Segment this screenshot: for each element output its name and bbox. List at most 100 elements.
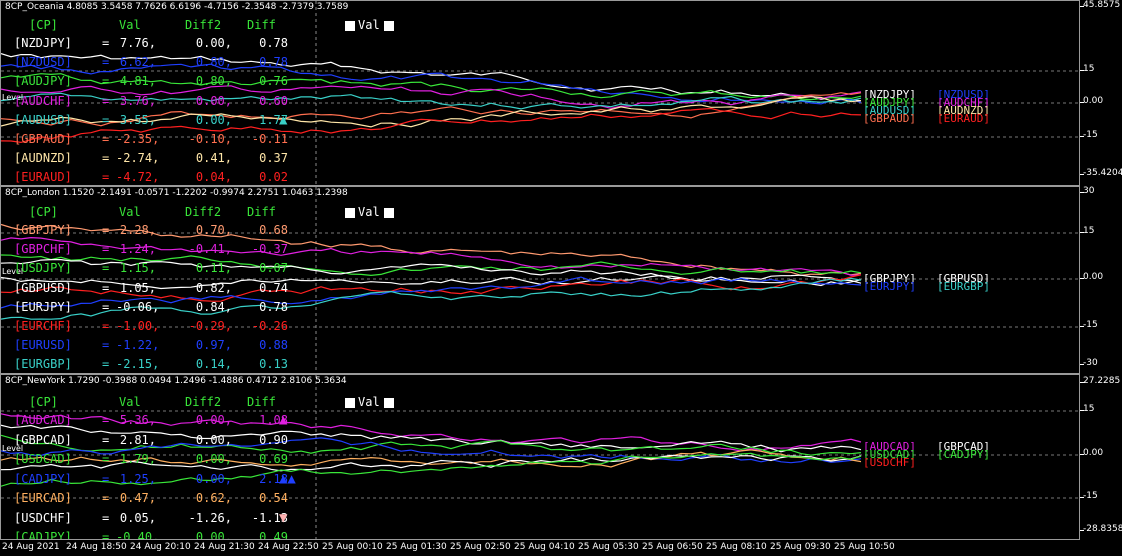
axis-tick-mark [1080,530,1084,531]
axis-tick-label: -15 [1083,491,1098,501]
axis-tick-mark [1080,102,1084,103]
diff2-cell: -0.29, [188,319,232,333]
value-cell: 1.79, [119,452,156,466]
value-cell: -4.72, [116,170,160,185]
value-cell: 1.24, [119,242,156,257]
diff2-cell: 0.97, [195,338,232,353]
diff2-cell: 0.04, [195,170,232,185]
header-cp: [CP] [29,395,58,409]
header-diff2: Diff2 [185,205,222,219]
chart-pane-oceania[interactable]: 8CP_Oceania 4.8085 3.5458 7.7626 6.6196 … [0,0,1080,186]
value-cell: 1.25, [119,471,156,486]
legend-swatch [345,208,355,218]
value-cell: 4.81, [119,74,156,89]
header-diff: Diff [247,205,276,219]
axis-tick-mark [1080,136,1084,137]
time-tick-label: 24 Aug 18:50 [66,542,127,552]
axis-tick-mark [1080,364,1084,365]
axis-tick-mark [1080,192,1084,193]
axis-tick-label: -35.4204 [1083,168,1122,178]
price-axis-oceania: 45.8575 15 0.00 -15 -35.4204 [1080,0,1122,186]
axis-tick-label: 0.00 [1083,272,1104,282]
equals-sign: = [102,471,110,486]
diff2-cell: 0.00, [195,452,232,466]
header-cp: [CP] [29,18,58,32]
series-end-label: [GBPAUD] [863,112,916,125]
diff-cell: 0.76 [259,74,288,89]
diff-cell: 0.13 [259,357,288,372]
axis-tick-mark [1080,232,1084,233]
equals-sign: = [102,132,110,146]
diff-cell: 0.74 [259,280,288,295]
diff-cell: 0.54 [259,491,288,505]
header-diff: Diff [247,395,276,409]
diff2-cell: -1.26, [188,510,232,525]
value-cell: 6.62, [119,55,156,70]
diff-cell: 0.49 [259,530,288,540]
time-tick-label: 24 Aug 22:50 [258,542,319,552]
diff2-cell: 0.00, [195,471,232,486]
value-cell: -0.40, [116,530,160,540]
up-arrow-icon: ▲▲ [279,470,296,487]
value-cell: -2.74, [116,151,160,166]
time-tick-label: 24 Aug 2021 [2,542,60,552]
value-cell: 7.76, [119,36,156,50]
header-cp: [CP] [29,205,58,219]
legend-swatch [345,398,355,408]
legend-label: Val [358,395,380,409]
symbol-name: [EURGBP] [14,357,72,372]
equals-sign: = [102,151,110,166]
diff2-cell: 0.82, [195,280,232,295]
chart-pane-london[interactable]: 8CP_London 1.1520 -2.1491 -0.0571 -1.220… [0,186,1080,374]
value-cell: 1.15, [119,261,156,276]
up-arrow-icon: ▲ [279,111,288,128]
time-axis: 24 Aug 2021 24 Aug 18:50 24 Aug 20:10 24 Au… [0,540,1122,556]
time-tick-label: 24 Aug 21:30 [194,542,255,552]
symbol-name: [AUDCHF] [14,93,72,108]
axis-tick-mark [1080,326,1084,327]
legend-swatch [345,21,355,31]
equals-sign: = [102,112,110,127]
equals-sign: = [102,530,110,540]
symbol-name: [AUDJPY] [14,74,72,89]
axis-tick-mark [1080,278,1084,279]
diff2-cell: 0.11, [195,261,232,276]
equals-sign: = [102,413,110,427]
header-diff2: Diff2 [185,18,222,32]
symbol-name: [NZDJPY] [14,36,72,50]
diff-cell: -0.37 [251,242,288,257]
symbol-name: [EURAUD] [14,170,72,185]
symbol-name: [EURCAD] [14,491,72,505]
value-cell: 3.76, [119,93,156,108]
equals-sign: = [102,299,110,314]
diff2-cell: -0.41, [188,242,232,257]
equals-sign: = [102,36,110,50]
diff2-cell: 0.00, [195,413,232,427]
chart-pane-newyork[interactable]: 8CP_NewYork 1.7290 -0.3988 0.0494 1.2496… [0,374,1080,540]
value-cell: -0.06, [116,299,160,314]
diff-cell: 0.90 [259,432,288,447]
equals-sign: = [102,93,110,108]
time-tick-label: 25 Aug 08:10 [706,542,767,552]
diff2-cell: 0.41, [195,151,232,166]
symbol-name: [GBPJPY] [14,223,72,237]
value-cell: 2.81, [119,432,156,447]
value-cell: 0.47, [119,491,156,505]
diff-cell: 0.69 [259,452,288,466]
price-axis-newyork: 27.2285 15 0.00 -15 -28.8358 [1080,374,1122,540]
diff2-cell: 0.80, [195,55,232,70]
equals-sign: = [102,319,110,333]
value-cell: -2.15, [116,357,160,372]
value-cell: -1.00, [116,319,160,333]
legend-label: Val [358,18,380,32]
symbol-name: [GBPCHF] [14,242,72,257]
equals-sign: = [102,452,110,466]
axis-tick-label: 15 [1083,64,1095,74]
equals-sign: = [102,74,110,89]
diff2-cell: 0.00, [195,432,232,447]
diff-cell: 0.78 [259,36,288,50]
value-cell: 1.05, [119,280,156,295]
equals-sign: = [102,432,110,447]
time-tick-label: 25 Aug 06:50 [642,542,703,552]
diff2-cell: 0.70, [195,223,232,237]
